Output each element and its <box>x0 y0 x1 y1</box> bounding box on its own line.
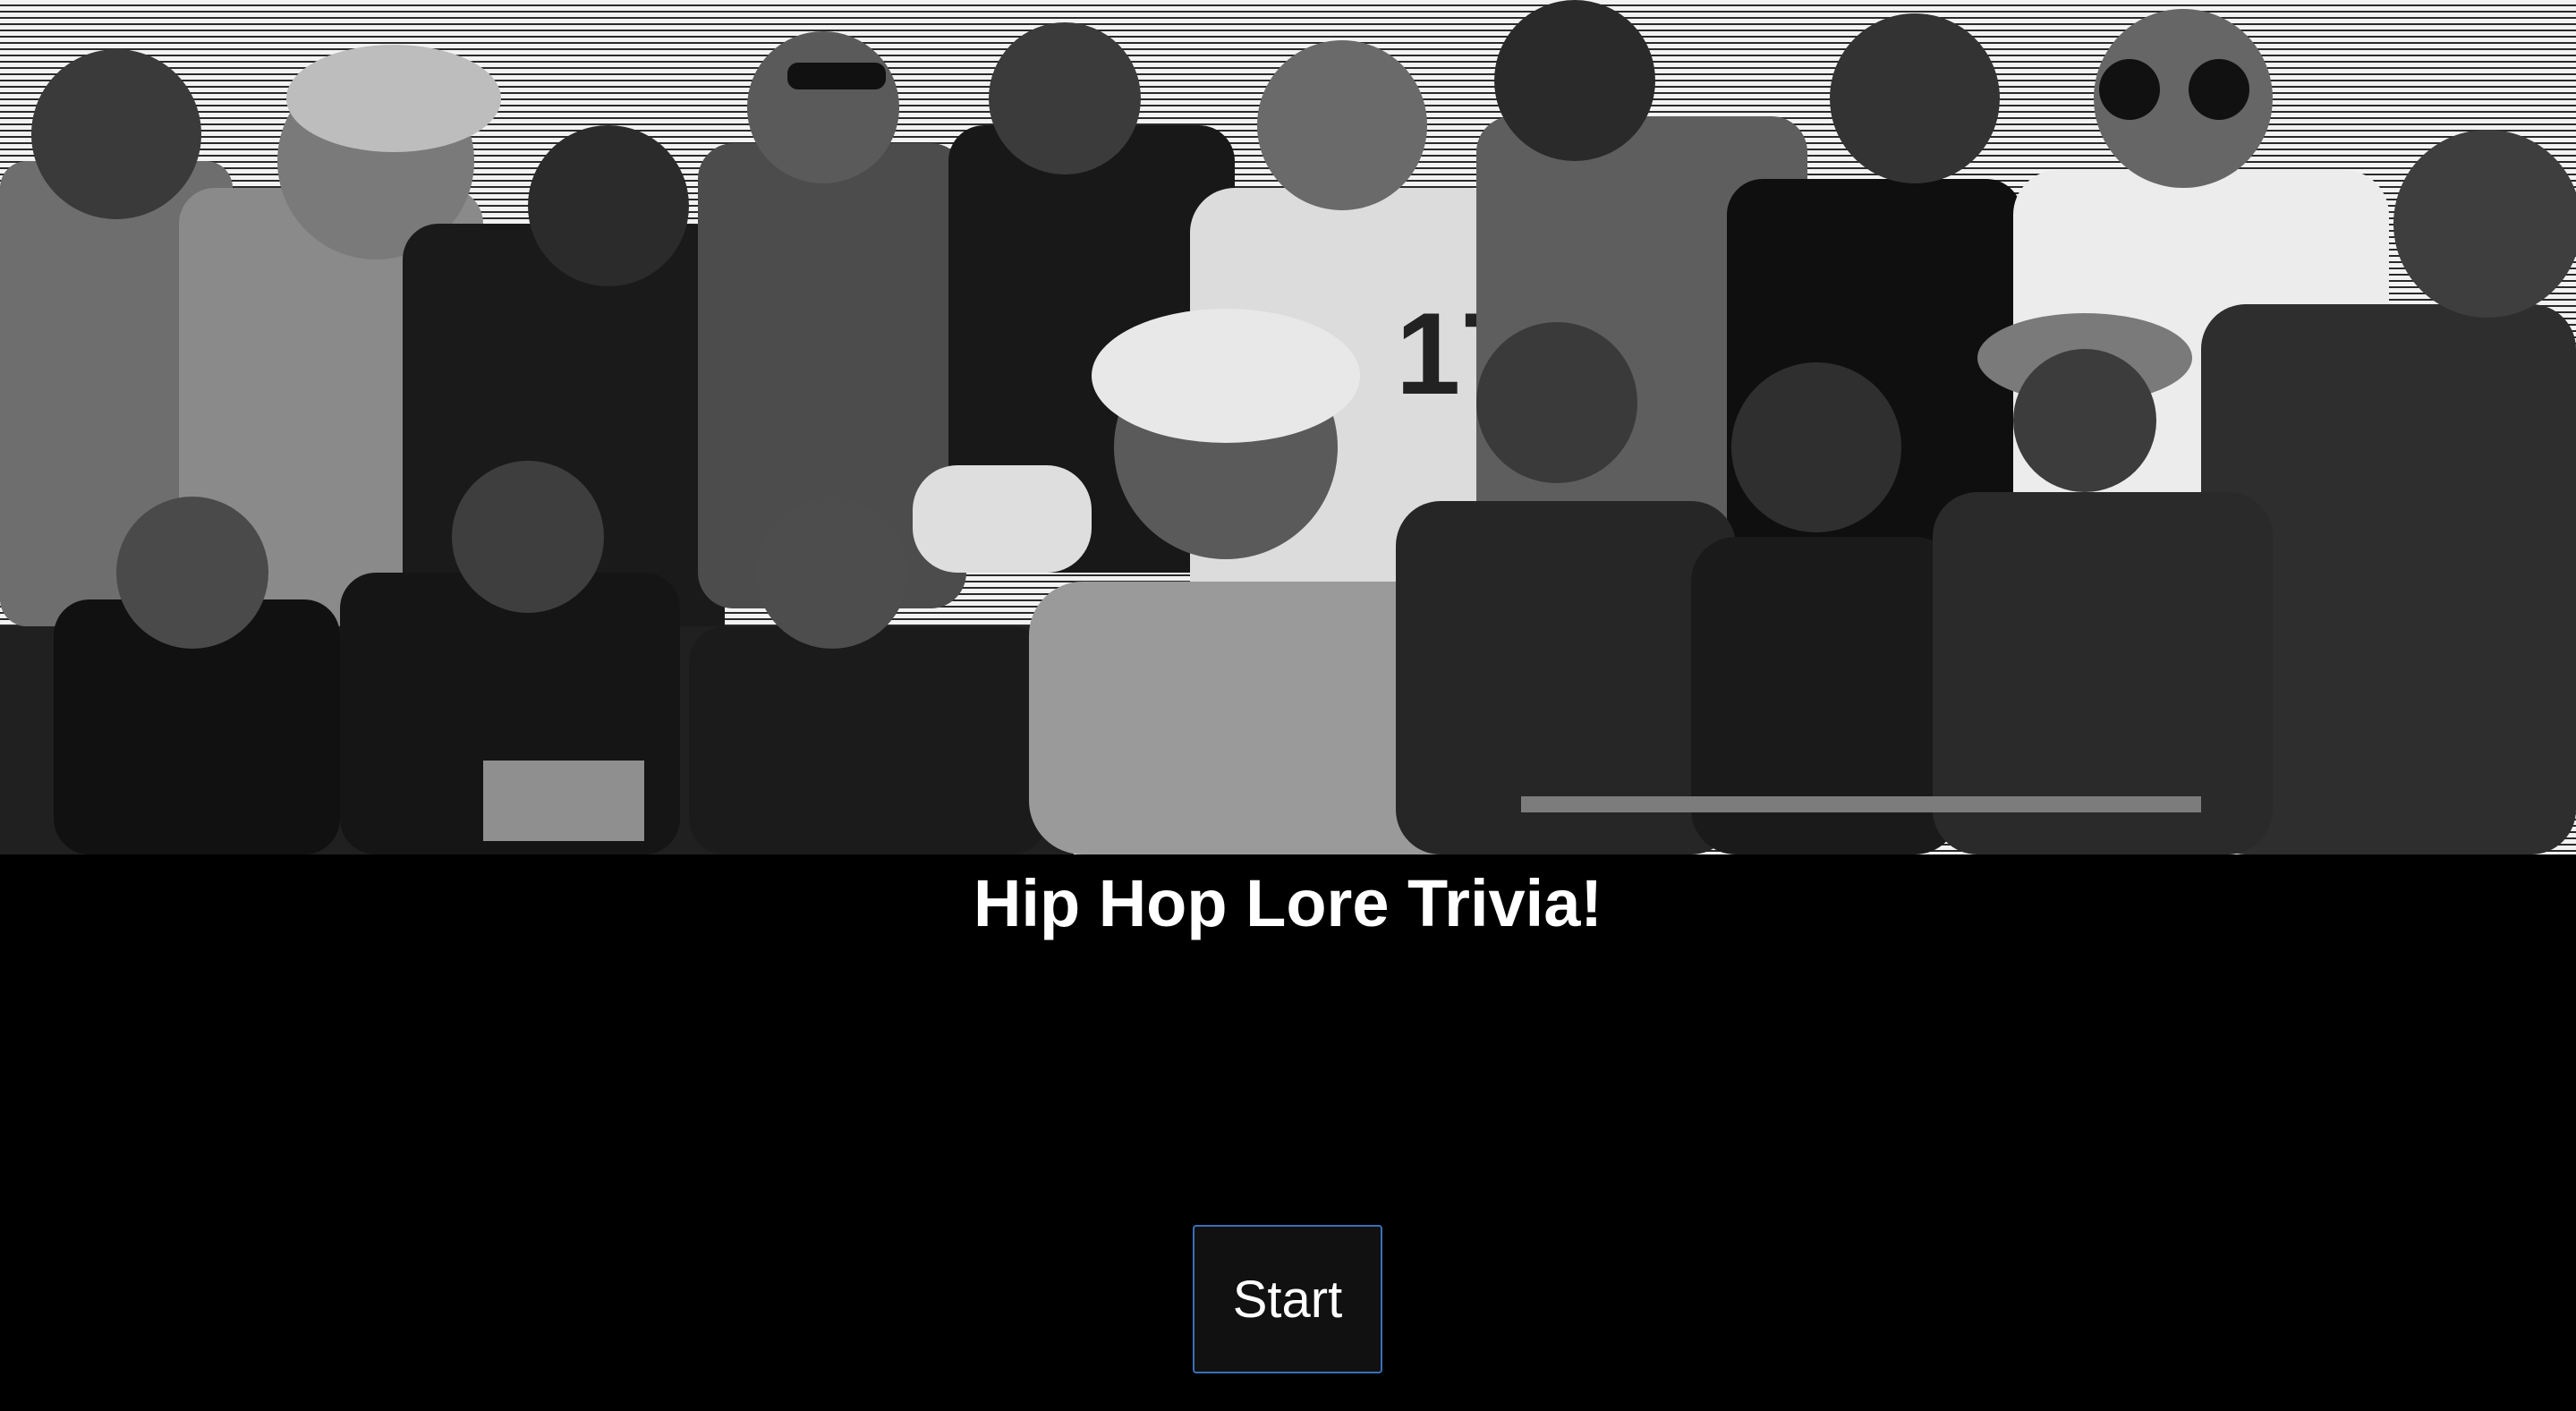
hero-collage-image: 17 <box>0 0 2576 854</box>
start-button[interactable]: Start <box>1193 1225 1382 1373</box>
page-title: Hip Hop Lore Trivia! <box>973 866 1603 940</box>
start-screen: 17 Hip Hop Lore Trivia! Start <box>0 0 2576 1411</box>
artists-collage-photo: 17 <box>0 0 2576 854</box>
